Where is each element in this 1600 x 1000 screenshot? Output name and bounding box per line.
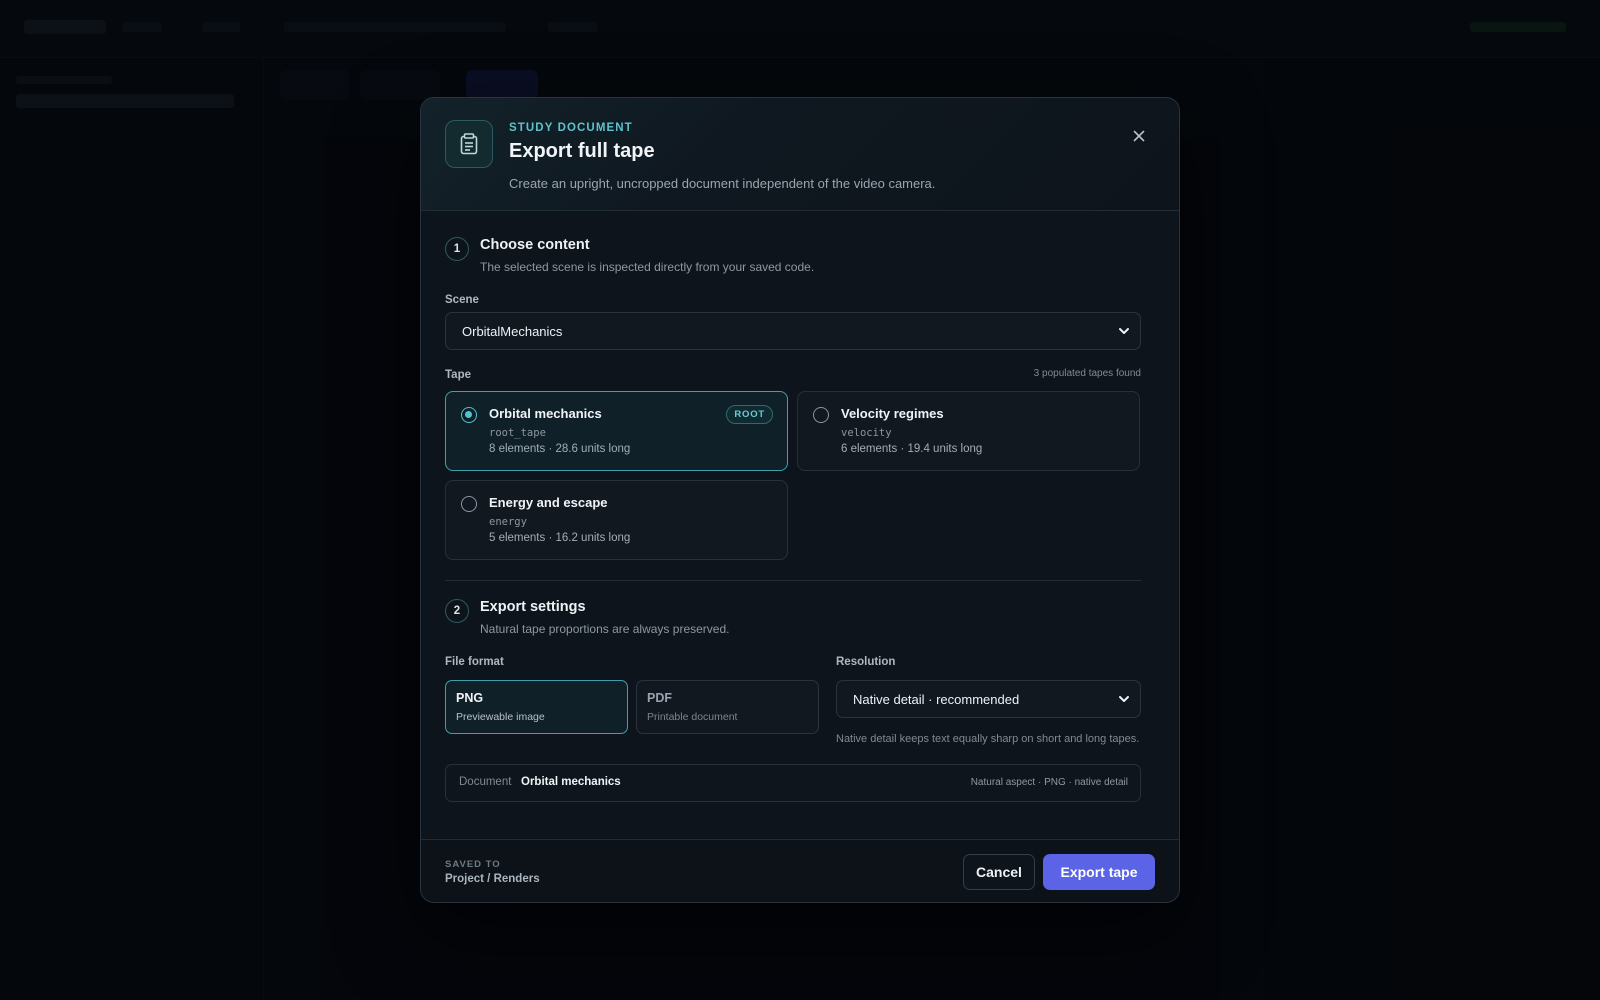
tapes-found-count: 3 populated tapes found <box>1033 368 1141 379</box>
tape-name: Orbital mechanics <box>489 406 602 421</box>
step-2-title: Export settings <box>480 599 586 615</box>
tape-id: energy <box>489 516 527 528</box>
scene-label: Scene <box>445 294 479 306</box>
tape-id: root_tape <box>489 427 546 439</box>
close-button[interactable] <box>1129 126 1149 146</box>
resolution-label: Resolution <box>836 656 896 668</box>
scene-select[interactable]: OrbitalMechanics <box>445 312 1141 350</box>
tape-option-orbital-mechanics[interactable]: Orbital mechanics root_tape 8 elements ·… <box>445 391 788 471</box>
step-1-title: Choose content <box>480 237 590 253</box>
tape-meta: 5 elements · 16.2 units long <box>489 532 631 544</box>
format-option-png[interactable]: PNG Previewable image <box>445 680 628 734</box>
summary-value: Orbital mechanics <box>521 776 621 788</box>
modal-footer: SAVED TO Project / Renders Cancel Export… <box>421 839 1179 902</box>
format-option-pdf[interactable]: PDF Printable document <box>636 680 819 734</box>
tape-id: velocity <box>841 427 892 439</box>
export-summary: Document Orbital mechanics Natural aspec… <box>445 764 1141 802</box>
resolution-hint: Native detail keeps text equally sharp o… <box>836 733 1140 745</box>
export-tape-button[interactable]: Export tape <box>1043 854 1155 890</box>
scene-select-value: OrbitalMechanics <box>462 323 563 339</box>
file-format-label: File format <box>445 656 504 668</box>
chevron-down-icon <box>1119 328 1129 334</box>
step-1-description: The selected scene is inspected directly… <box>480 260 815 274</box>
format-description: Previewable image <box>456 711 545 723</box>
close-icon <box>1133 130 1145 142</box>
radio-button[interactable] <box>461 407 477 423</box>
export-modal: STUDY DOCUMENT Export full tape Create a… <box>420 97 1180 903</box>
tape-meta: 6 elements · 19.4 units long <box>841 443 983 455</box>
document-icon <box>445 120 493 168</box>
step-2-number: 2 <box>445 599 469 623</box>
step-2-description: Natural tape proportions are always pres… <box>480 622 730 636</box>
tape-name: Energy and escape <box>489 495 608 510</box>
modal-subtitle: Create an upright, uncropped document in… <box>509 176 936 191</box>
summary-meta: Natural aspect · PNG · native detail <box>970 777 1128 788</box>
format-name: PNG <box>456 691 484 705</box>
radio-button[interactable] <box>813 407 829 423</box>
chevron-down-icon <box>1119 696 1129 702</box>
summary-label: Document <box>459 776 512 788</box>
modal-title: Export full tape <box>509 140 655 162</box>
resolution-select-value: Native detail · recommended <box>853 691 1020 707</box>
section-divider <box>445 580 1141 581</box>
cancel-button[interactable]: Cancel <box>963 854 1035 890</box>
tape-option-energy-and-escape[interactable]: Energy and escape energy 5 elements · 16… <box>445 480 788 560</box>
saved-to-label: SAVED TO <box>445 859 501 870</box>
format-description: Printable document <box>647 711 738 723</box>
radio-button[interactable] <box>461 496 477 512</box>
root-badge: ROOT <box>726 405 773 424</box>
step-1-number: 1 <box>445 237 469 261</box>
tape-meta: 8 elements · 28.6 units long <box>489 443 631 455</box>
modal-header: STUDY DOCUMENT Export full tape Create a… <box>421 98 1179 211</box>
modal-eyebrow: STUDY DOCUMENT <box>509 122 633 134</box>
format-name: PDF <box>647 691 672 705</box>
tape-name: Velocity regimes <box>841 406 944 421</box>
tape-label: Tape <box>445 369 471 381</box>
tape-option-velocity-regimes[interactable]: Velocity regimes velocity 6 elements · 1… <box>797 391 1140 471</box>
saved-to-path: Project / Renders <box>445 873 540 885</box>
resolution-select[interactable]: Native detail · recommended <box>836 680 1141 718</box>
